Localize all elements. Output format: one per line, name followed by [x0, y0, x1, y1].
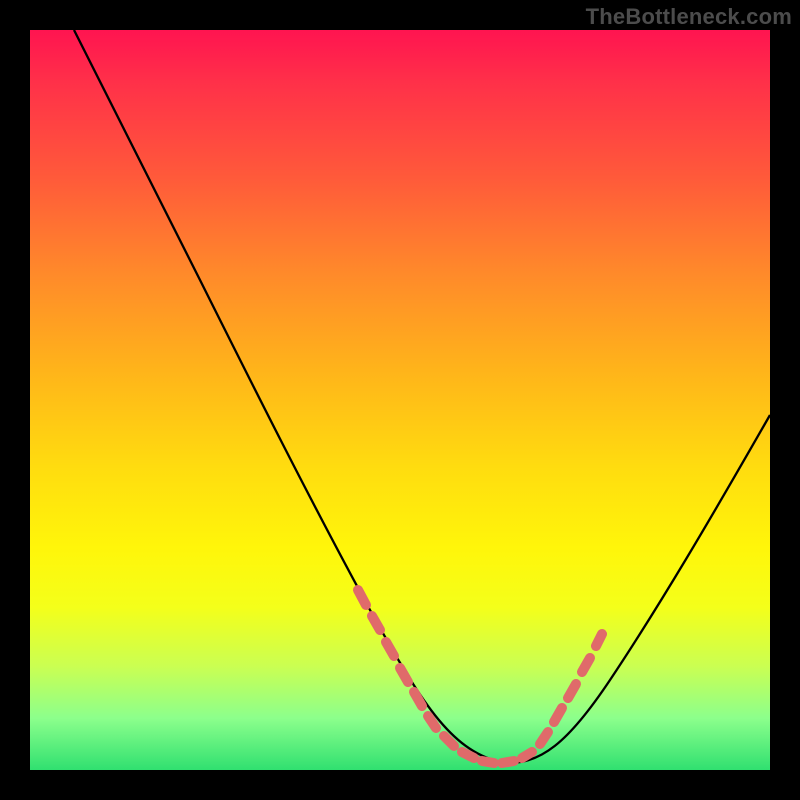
highlight-dots-group — [358, 590, 602, 763]
highlight-dots-layer — [30, 30, 770, 770]
chart-plot-area — [30, 30, 770, 770]
chart-frame: TheBottleneck.com — [0, 0, 800, 800]
watermark-text: TheBottleneck.com — [586, 4, 792, 30]
